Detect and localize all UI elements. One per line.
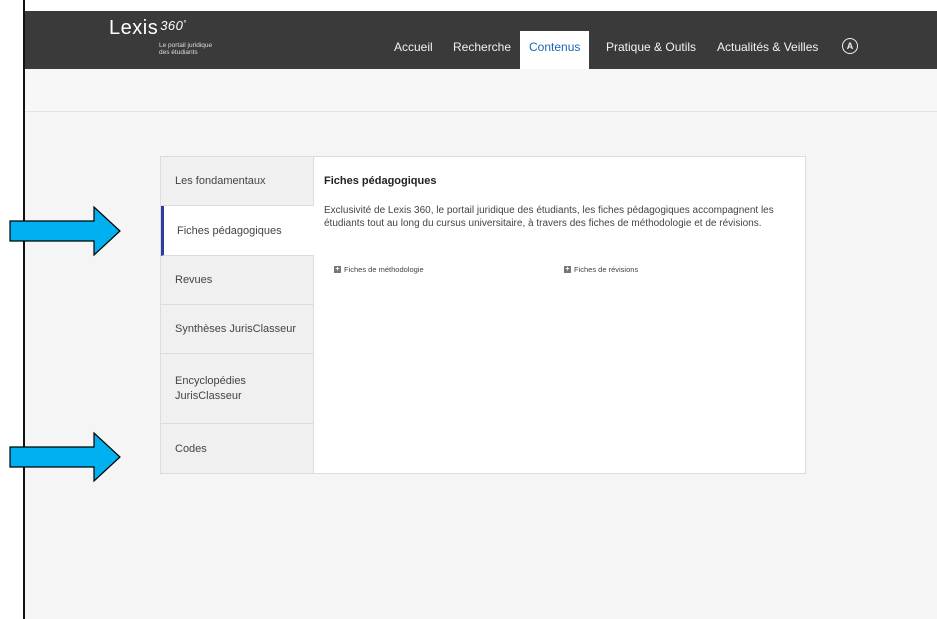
link-fiches-revisions[interactable]: + Fiches de révisions (564, 265, 638, 274)
sidebar-item-syntheses[interactable]: Synthèses JurisClasseur (161, 305, 313, 354)
top-navigation-bar: Lexis 360° Le portail juridique des étudi… (25, 11, 937, 69)
nav-accueil[interactable]: Accueil (394, 31, 433, 69)
annotation-arrow-right-icon (9, 431, 121, 483)
sidebar-item-codes[interactable]: Codes (161, 424, 313, 473)
logo-tagline: Le portail juridique des étudiants (159, 42, 239, 56)
nav-recherche[interactable]: Recherche (453, 31, 511, 69)
user-circle-icon[interactable]: A (842, 38, 858, 54)
page-title: Fiches pédagogiques (324, 175, 437, 187)
annotation-arrow-right-icon (9, 205, 121, 257)
sidebar-item-revues[interactable]: Revues (161, 256, 313, 305)
lexis-logo[interactable]: Lexis 360° Le portail juridique des étudi… (109, 17, 212, 56)
logo-number: 360 (160, 18, 184, 33)
link-label: Fiches de méthodologie (344, 265, 424, 274)
logo-tagline-line1: Le portail juridique (159, 42, 213, 49)
logo-tagline-line2: des étudiants (159, 49, 198, 56)
plus-box-icon: + (564, 266, 571, 273)
sidebar-item-encyclopedies[interactable]: Encyclopédies JurisClasseur (161, 354, 313, 424)
logo-reg: ° (183, 19, 188, 28)
nav-contenus[interactable]: Contenus (520, 31, 590, 69)
page-description: Exclusivité de Lexis 360, le portail jur… (324, 205, 774, 229)
link-fiches-methodologie[interactable]: + Fiches de méthodologie (334, 265, 424, 274)
plus-box-icon: + (334, 266, 341, 273)
link-label: Fiches de révisions (574, 265, 639, 274)
sidebar-item-fondamentaux[interactable]: Les fondamentaux (161, 157, 313, 206)
content-panel: Les fondamentaux Fiches pédagogiques Rev… (160, 156, 806, 474)
sub-header-bar (25, 69, 937, 112)
nav-pratique-outils[interactable]: Pratique & Outils (606, 31, 696, 69)
nav-actualites-veilles[interactable]: Actualités & Veilles (717, 31, 818, 69)
main-content: Fiches pédagogiques Exclusivité de Lexis… (324, 157, 804, 473)
logo-name: Lexis (109, 17, 159, 39)
sidebar-item-fiches-pedagogiques[interactable]: Fiches pédagogiques (161, 206, 314, 256)
content-sidebar: Les fondamentaux Fiches pédagogiques Rev… (161, 157, 314, 473)
